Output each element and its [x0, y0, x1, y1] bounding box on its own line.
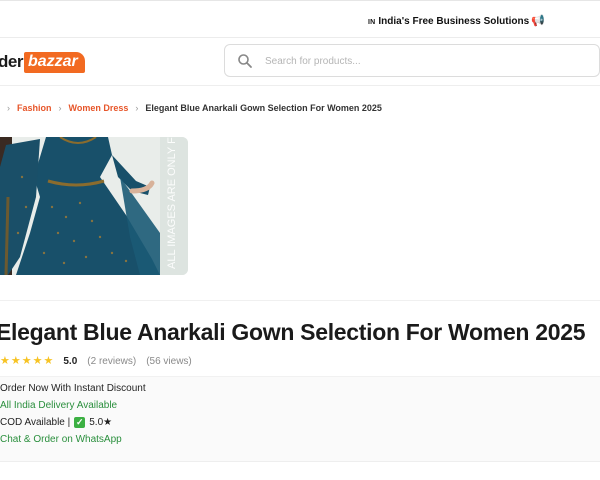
- cod-rating: 5.0★: [89, 417, 113, 428]
- delivery-text: All India Delivery Available: [0, 400, 118, 411]
- star-icon: ★: [10, 355, 21, 367]
- star-icon: ★: [43, 355, 54, 367]
- site-logo[interactable]: der bazzar: [0, 51, 85, 73]
- breadcrumb-current: Elegant Blue Anarkali Gown Selection For…: [145, 103, 382, 113]
- gown-photo: ALL IMAGES ARE ONLY FOR: [0, 137, 188, 275]
- announcement-bar: IN India's Free Business Solutions 📢: [0, 0, 600, 38]
- chevron-right-icon: ›: [135, 103, 139, 113]
- search-icon[interactable]: [237, 53, 253, 69]
- cod-line: COD Available | ✓ 5.0★: [0, 417, 112, 428]
- watermark-text: ALL IMAGES ARE ONLY FOR: [166, 137, 178, 269]
- offer-text: Order Now With Instant Discount: [0, 383, 146, 394]
- logo-text-1: der: [0, 52, 23, 71]
- view-count: (56 views): [146, 356, 192, 367]
- search-box[interactable]: [224, 44, 600, 77]
- chevron-right-icon: ›: [58, 103, 62, 113]
- whatsapp-link[interactable]: Chat & Order on WhatsApp: [0, 434, 122, 445]
- section-divider: [0, 300, 600, 301]
- breadcrumb-women-dress[interactable]: Women Dress: [69, 103, 129, 113]
- rating-score: 5.0: [63, 356, 78, 367]
- cod-text: COD Available |: [0, 417, 71, 428]
- review-count[interactable]: (2 reviews): [87, 356, 136, 367]
- rating-row: ★ ★ ★ ★ ★ 5.0 (2 reviews) (56 views): [0, 356, 202, 368]
- search-input[interactable]: [265, 51, 585, 71]
- announcement-text: IN India's Free Business Solutions 📢: [368, 14, 545, 27]
- chevron-right-icon: ›: [7, 103, 10, 113]
- megaphone-icon: 📢: [531, 15, 545, 27]
- check-icon: ✓: [74, 417, 86, 428]
- star-icon: ★: [32, 355, 43, 367]
- announcement-label: India's Free Business Solutions: [378, 16, 530, 27]
- logo-text-2: bazzar: [23, 51, 85, 73]
- star-icon: ★: [0, 355, 10, 367]
- product-title: Elegant Blue Anarkali Gown Selection For…: [0, 319, 586, 345]
- star-rating: ★ ★ ★ ★ ★: [0, 356, 54, 367]
- product-image[interactable]: ALL IMAGES ARE ONLY FOR: [0, 137, 188, 275]
- star-icon: ★: [21, 355, 32, 367]
- india-flag-icon: IN: [368, 19, 376, 26]
- product-info-box: Order Now With Instant Discount All Indi…: [0, 376, 600, 462]
- breadcrumb: › Fashion › Women Dress › Elegant Blue A…: [0, 103, 382, 113]
- breadcrumb-fashion[interactable]: Fashion: [17, 103, 52, 113]
